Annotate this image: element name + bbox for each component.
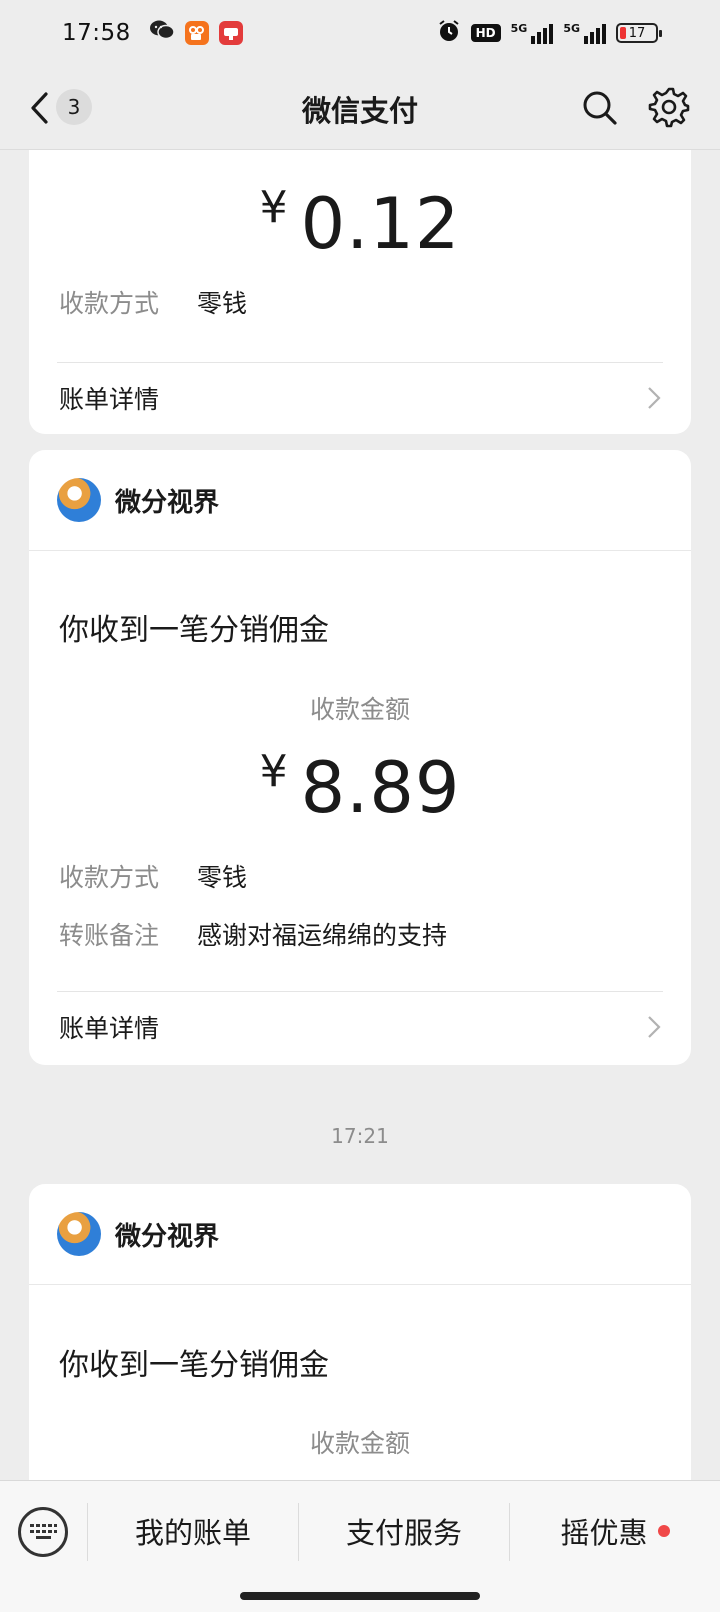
- search-icon: [583, 91, 617, 125]
- payment-card-3: 微分视界 你收到一笔分销佣金 收款金额: [29, 1184, 691, 1504]
- signal-icon-2: 5G: [563, 22, 606, 44]
- merchant-name: 微分视界: [115, 1221, 220, 1252]
- transfer-note-value: 感谢对福运绵绵的支持: [197, 921, 448, 950]
- search-button[interactable]: [580, 88, 620, 128]
- transfer-note-label: 转账备注: [59, 921, 160, 950]
- amount-value: 0.12: [300, 183, 461, 265]
- divider: [29, 1284, 691, 1285]
- merchant-name: 微分视界: [115, 487, 220, 518]
- merchant-avatar: [57, 1212, 101, 1256]
- payment-method-label: 收款方式: [59, 863, 160, 892]
- unread-count-badge: 3: [56, 89, 92, 125]
- payment-method-label: 收款方式: [59, 289, 160, 318]
- battery-level: 17: [628, 25, 646, 41]
- currency-symbol: ¥: [259, 746, 289, 797]
- wechat-icon: [149, 19, 175, 47]
- bill-detail-row[interactable]: 账单详情: [29, 992, 691, 1062]
- chevron-right-icon: [648, 1016, 661, 1038]
- payment-method-value: 零钱: [197, 289, 248, 318]
- menu-shake-offers[interactable]: 摇优惠: [510, 1499, 720, 1563]
- payment-method-row: 收款方式 零钱: [59, 284, 247, 320]
- hd-badge: HD: [470, 24, 501, 42]
- settings-button[interactable]: [648, 86, 690, 128]
- amount-label: 收款金额: [309, 695, 410, 724]
- bill-detail-label: 账单详情: [59, 385, 160, 414]
- payment-card-2: 微分视界 你收到一笔分销佣金 收款金额 ¥8.89 收款方式 零钱 转账备注 感…: [29, 450, 691, 1065]
- merchant-header[interactable]: 微分视界: [57, 478, 219, 522]
- notification-icons: [149, 19, 243, 47]
- back-button[interactable]: [28, 86, 58, 130]
- amount-text: ¥8.89: [29, 746, 691, 829]
- keyboard-icon: [30, 1524, 57, 1539]
- amount-label: 收款金额: [309, 1429, 410, 1458]
- payment-method-value: 零钱: [197, 863, 248, 892]
- menu-payment-services[interactable]: 支付服务: [299, 1499, 509, 1563]
- message-timestamp: 17:21: [331, 1124, 389, 1148]
- amount-text: ¥0.12: [29, 182, 691, 265]
- payment-method-row: 收款方式 零钱: [59, 858, 247, 894]
- keyboard-toggle-button[interactable]: [18, 1507, 68, 1557]
- chevron-right-icon: [648, 387, 661, 409]
- status-time: 17:58: [62, 20, 131, 46]
- menu-shake-offers-label: 摇优惠: [560, 1516, 648, 1550]
- back-icon: [31, 92, 48, 124]
- payment-card-1: ¥0.12 收款方式 零钱 账单详情: [29, 150, 691, 434]
- currency-symbol: ¥: [259, 182, 289, 233]
- merchant-avatar: [57, 478, 101, 522]
- shopping-app-icon: [218, 21, 243, 45]
- bill-detail-label: 账单详情: [59, 1014, 160, 1043]
- signal-icon: 5G: [511, 22, 554, 44]
- status-bar: 17:58 HD 5G 5G 17: [0, 0, 720, 66]
- message-headline: 你收到一笔分销佣金: [59, 1348, 329, 1383]
- status-right-icons: HD 5G 5G 17: [437, 19, 662, 47]
- new-badge-dot: [657, 1525, 670, 1537]
- menu-my-bills[interactable]: 我的账单: [88, 1499, 298, 1563]
- divider: [29, 550, 691, 551]
- bill-detail-row[interactable]: 账单详情: [29, 363, 691, 433]
- amount-value: 8.89: [300, 747, 461, 829]
- merchant-header[interactable]: 微分视界: [57, 1212, 219, 1256]
- transfer-note-row: 转账备注 感谢对福运绵绵的支持: [59, 916, 447, 952]
- nav-bar: 3 微信支付: [0, 66, 720, 150]
- home-indicator[interactable]: [240, 1592, 480, 1600]
- battery-icon: 17: [616, 23, 662, 43]
- message-headline: 你收到一笔分销佣金: [59, 613, 329, 648]
- gear-icon: [648, 87, 690, 128]
- alarm-icon: [437, 19, 461, 47]
- kuaishou-app-icon: [184, 21, 209, 45]
